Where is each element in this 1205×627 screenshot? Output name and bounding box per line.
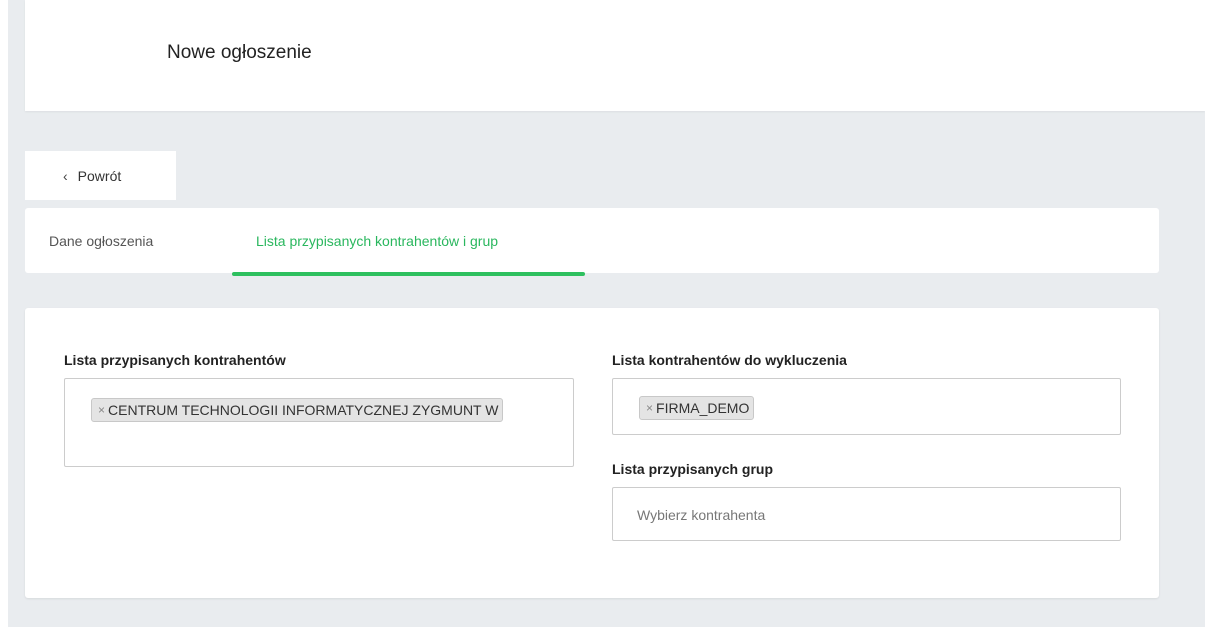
assigned-groups-label: Lista przypisanych grup [612, 461, 774, 477]
assigned-groups-select[interactable]: Wybierz kontrahenta [612, 487, 1121, 541]
excluded-contractors-label: Lista kontrahentów do wykluczenia [612, 352, 847, 368]
content-panel: Lista przypisanych kontrahentów × CENTRU… [25, 308, 1159, 598]
back-button[interactable]: ‹ Powrót [25, 151, 176, 200]
selected-tag: × CENTRUM TECHNOLOGII INFORMATYCZNEJ ZYG… [91, 398, 504, 422]
tab-bar: Dane ogłoszenia Lista przypisanych kontr… [25, 208, 1159, 276]
tag-label: CENTRUM TECHNOLOGII INFORMATYCZNEJ ZYGMU… [108, 402, 499, 418]
assigned-contractors-label: Lista przypisanych kontrahentów [64, 352, 286, 368]
select-placeholder: Wybierz kontrahenta [637, 507, 766, 523]
tag-label: FIRMA_DEMO [656, 400, 750, 416]
active-tab-indicator [232, 272, 585, 276]
back-button-label: Powrót [77, 167, 122, 184]
page-title: Nowe ogłoszenie [167, 42, 312, 63]
chevron-left-icon: ‹ [63, 167, 68, 184]
page-header: Nowe ogłoszenie [25, 0, 1205, 111]
tab-assigned-contractors-groups[interactable]: Lista przypisanych kontrahentów i grup [232, 208, 585, 276]
close-icon[interactable]: × [98, 403, 105, 417]
tab-announcement-data[interactable]: Dane ogłoszenia [49, 208, 153, 273]
selected-tag: × FIRMA_DEMO [639, 396, 755, 420]
tab-label: Lista przypisanych kontrahentów i grup [256, 232, 499, 249]
close-icon[interactable]: × [646, 401, 653, 415]
assigned-contractors-select[interactable]: × CENTRUM TECHNOLOGII INFORMATYCZNEJ ZYG… [64, 378, 574, 467]
excluded-contractors-select[interactable]: × FIRMA_DEMO [612, 378, 1121, 435]
tab-label: Dane ogłoszenia [49, 232, 154, 249]
